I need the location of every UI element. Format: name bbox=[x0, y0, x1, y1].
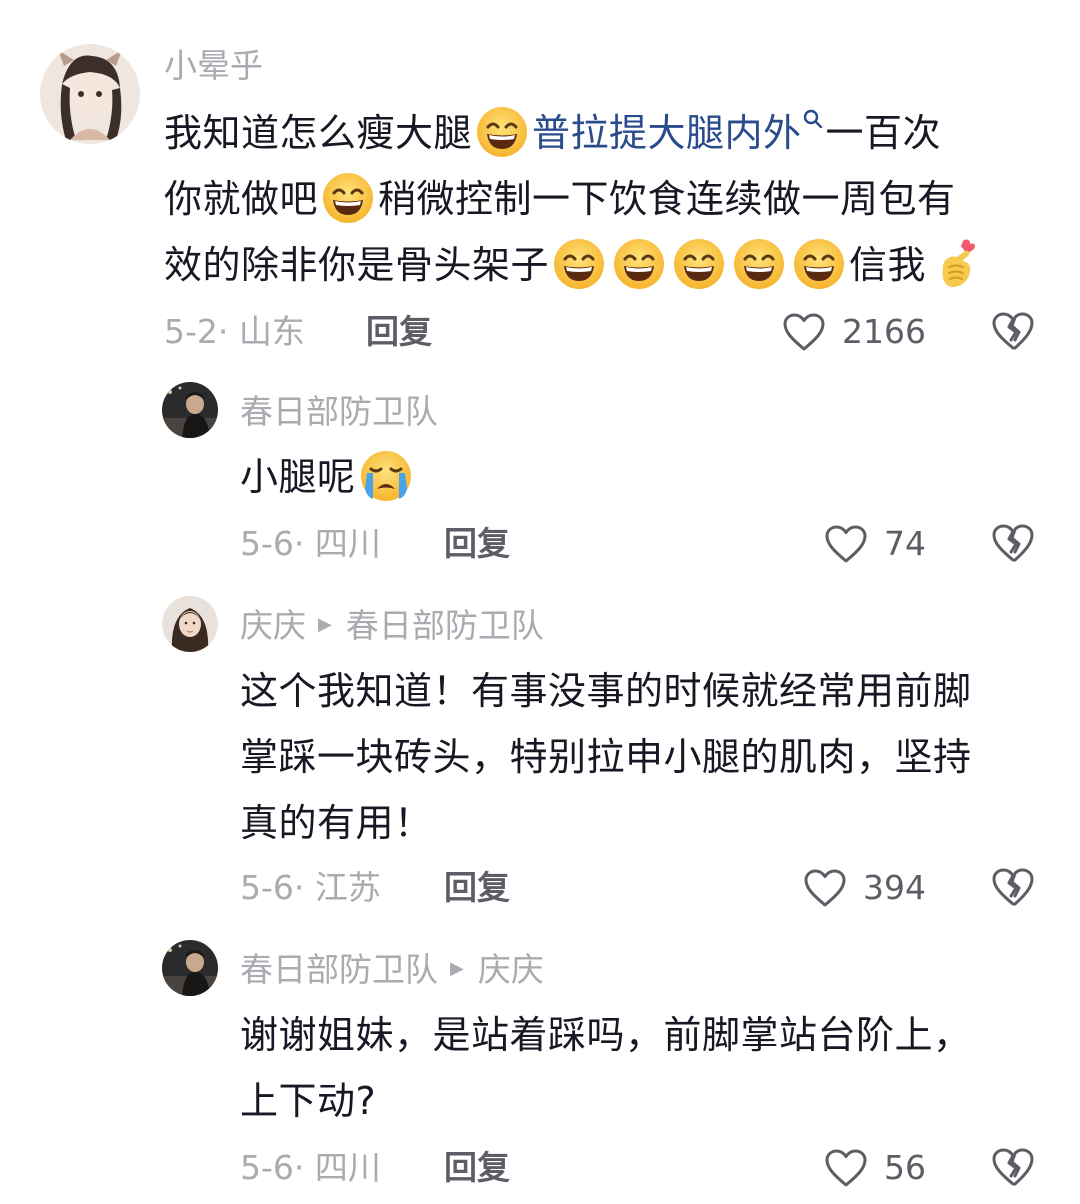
comment-date: 5-6 bbox=[240, 524, 294, 563]
text-segment: 一百次 bbox=[825, 111, 942, 155]
grinning-emoji-icon bbox=[732, 237, 786, 291]
username[interactable]: 小晕乎 bbox=[164, 46, 263, 86]
grinning-emoji-icon bbox=[792, 237, 846, 291]
meta-separator: · bbox=[217, 312, 239, 351]
comment-text: 谢谢姐妹，是站着踩吗，前脚掌站台阶上， 上下动? bbox=[240, 1002, 1060, 1134]
username-text[interactable]: 春日部防卫队 bbox=[240, 950, 438, 989]
text-line: 上下动? bbox=[240, 1079, 377, 1123]
comment-meta: 5-2· 山东 bbox=[164, 312, 305, 352]
grinning-emoji-icon bbox=[552, 237, 606, 291]
text-segment: 你就做吧 bbox=[164, 177, 319, 221]
comment-date: 5-2 bbox=[164, 312, 218, 351]
text-line: 谢谢姐妹，是站着踩吗，前脚掌站台阶上， bbox=[240, 1013, 972, 1057]
text-line: 掌踩一块砖头，特别拉申小腿的肌肉，坚持 bbox=[240, 735, 972, 779]
comment-date: 5-6 bbox=[240, 1148, 294, 1187]
grinning-emoji-icon bbox=[612, 237, 666, 291]
like-button[interactable]: 394 bbox=[780, 866, 926, 910]
reply-to-username[interactable]: 庆庆 bbox=[478, 950, 544, 989]
reply-to-username[interactable]: 春日部防卫队 bbox=[346, 606, 544, 645]
like-button[interactable]: 56 bbox=[800, 1146, 926, 1190]
text-segment: 效的除非你是骨头架子 bbox=[164, 243, 550, 287]
comment-date: 5-6 bbox=[240, 868, 294, 907]
comment-meta: 5-6· 四川 bbox=[240, 1148, 381, 1188]
username-text[interactable]: 春日部防卫队 bbox=[240, 392, 438, 431]
comment-meta: 5-6· 四川 bbox=[240, 524, 381, 564]
like-count: 74 bbox=[884, 524, 926, 563]
like-count: 2166 bbox=[842, 312, 926, 351]
comment-location: 江苏 bbox=[314, 868, 381, 907]
text-segment: 稍微控制一下饮食连续做一周包有 bbox=[378, 177, 956, 221]
avatar[interactable] bbox=[162, 940, 218, 996]
text-line: 真的有用！ bbox=[240, 801, 433, 845]
like-count: 56 bbox=[884, 1148, 926, 1187]
text-line: 这个我知道！有事没事的时候就经常用前脚 bbox=[240, 669, 972, 713]
reply-arrow-icon: ▶ bbox=[450, 957, 464, 979]
like-count: 394 bbox=[863, 868, 926, 907]
reply-arrow-icon: ▶ bbox=[318, 613, 332, 635]
username-text[interactable]: 小晕乎 bbox=[164, 46, 263, 85]
finger-heart-emoji-icon bbox=[929, 237, 983, 291]
avatar[interactable] bbox=[162, 596, 218, 652]
username[interactable]: 春日部防卫队 ▶ 庆庆 bbox=[240, 950, 544, 992]
search-icon[interactable] bbox=[802, 108, 824, 130]
comment-text: 我知道怎么瘦大腿 普拉提大腿内外 一百次 你就做吧 稍微控制一下饮食连续做一周包有 效… bbox=[164, 100, 1044, 298]
text-segment: 小腿呢 bbox=[240, 455, 356, 499]
meta-separator: · bbox=[293, 1148, 315, 1187]
like-button[interactable]: 74 bbox=[800, 522, 926, 566]
meta-separator: · bbox=[293, 868, 315, 907]
comment-location: 四川 bbox=[314, 524, 381, 563]
comment-text: 小腿呢 bbox=[240, 444, 416, 510]
heart-outline-icon[interactable] bbox=[803, 868, 855, 908]
avatar[interactable] bbox=[162, 382, 218, 438]
heart-outline-icon[interactable] bbox=[824, 524, 876, 564]
avatar[interactable] bbox=[40, 44, 140, 144]
grinning-emoji-icon bbox=[672, 237, 726, 291]
reply-button[interactable]: 回复 bbox=[444, 524, 510, 564]
broken-heart-icon[interactable] bbox=[991, 866, 1035, 908]
like-button[interactable]: 2166 bbox=[760, 310, 926, 354]
heart-outline-icon[interactable] bbox=[782, 312, 834, 352]
broken-heart-icon[interactable] bbox=[991, 1146, 1035, 1188]
heart-outline-icon[interactable] bbox=[824, 1148, 876, 1188]
grinning-emoji-icon bbox=[475, 105, 529, 159]
username[interactable]: 春日部防卫队 bbox=[240, 392, 438, 432]
comment-meta: 5-6· 江苏 bbox=[240, 868, 381, 908]
crying-emoji-icon bbox=[359, 449, 413, 503]
broken-heart-icon[interactable] bbox=[991, 522, 1035, 564]
meta-separator: · bbox=[293, 524, 315, 563]
reply-button[interactable]: 回复 bbox=[366, 312, 432, 352]
username-text[interactable]: 庆庆 bbox=[240, 606, 306, 645]
grinning-emoji-icon bbox=[321, 171, 375, 225]
reply-button[interactable]: 回复 bbox=[444, 1148, 510, 1188]
comment-location: 四川 bbox=[314, 1148, 381, 1187]
reply-button[interactable]: 回复 bbox=[444, 868, 510, 908]
comment-location: 山东 bbox=[238, 312, 305, 351]
text-segment: 信我 bbox=[849, 243, 927, 287]
comment-text: 这个我知道！有事没事的时候就经常用前脚 掌踩一块砖头，特别拉申小腿的肌肉，坚持 … bbox=[240, 658, 1060, 856]
text-segment: 我知道怎么瘦大腿 bbox=[164, 111, 473, 155]
username[interactable]: 庆庆 ▶ 春日部防卫队 bbox=[240, 606, 544, 648]
broken-heart-icon[interactable] bbox=[991, 310, 1035, 352]
search-keyword-link[interactable]: 普拉提大腿内外 bbox=[532, 111, 802, 155]
